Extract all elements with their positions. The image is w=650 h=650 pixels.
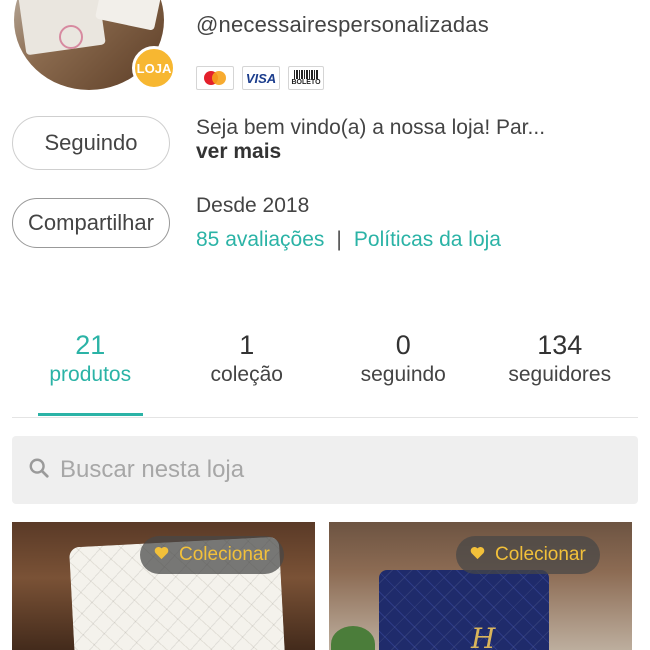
avatar-product-image xyxy=(94,0,164,31)
payment-methods: VISA BOLETO xyxy=(196,66,324,90)
store-avatar-wrapper[interactable]: LOJA xyxy=(14,0,176,90)
store-links: 85 avaliações | Políticas da loja xyxy=(196,228,501,252)
stat-label: seguidores xyxy=(508,363,612,386)
tabs-divider xyxy=(12,417,638,418)
tab-collections[interactable]: 1 coleção xyxy=(169,330,326,416)
product-card[interactable]: Colecionar xyxy=(12,522,315,650)
store-search-bar[interactable] xyxy=(12,436,638,504)
store-badge: LOJA xyxy=(132,46,176,90)
mastercard-icon xyxy=(196,66,234,90)
boleto-icon: BOLETO xyxy=(288,66,324,90)
see-more-link[interactable]: ver mais xyxy=(196,140,281,164)
avatar-embroidery xyxy=(59,25,83,49)
tab-following[interactable]: 0 seguindo xyxy=(325,330,482,416)
stat-number: 134 xyxy=(537,330,583,360)
visa-icon: VISA xyxy=(242,66,280,90)
tab-products[interactable]: 21 produtos xyxy=(12,330,169,416)
collect-button[interactable]: Colecionar xyxy=(140,536,284,574)
store-description: Seja bem vindo(a) a nossa loja! Par... xyxy=(196,116,546,139)
plant-decoration xyxy=(331,626,375,650)
collect-button[interactable]: Colecionar xyxy=(456,536,600,574)
tab-followers[interactable]: 134 seguidores xyxy=(482,330,639,416)
reviews-link[interactable]: 85 avaliações xyxy=(196,228,324,252)
policies-link[interactable]: Políticas da loja xyxy=(354,228,501,252)
share-button[interactable]: Compartilhar xyxy=(12,198,170,248)
link-separator: | xyxy=(336,228,342,251)
collect-label: Colecionar xyxy=(179,544,270,565)
stat-number: 0 xyxy=(395,330,411,360)
stat-label: produtos xyxy=(49,363,132,386)
store-since: Desde 2018 xyxy=(196,194,310,217)
heart-icon xyxy=(154,544,169,566)
product-card[interactable]: H Colecionar xyxy=(329,522,632,650)
stat-number: 1 xyxy=(239,330,255,360)
stat-number: 21 xyxy=(75,330,106,360)
store-handle: @necessairespersonalizadas xyxy=(196,12,489,37)
search-icon xyxy=(28,457,50,484)
collect-label: Colecionar xyxy=(495,544,586,565)
stat-label: seguindo xyxy=(360,363,446,386)
search-input[interactable] xyxy=(60,456,600,484)
active-tab-indicator xyxy=(38,413,143,416)
stat-label: coleção xyxy=(210,363,283,386)
heart-icon xyxy=(470,544,485,566)
following-button[interactable]: Seguindo xyxy=(12,116,170,170)
store-stats-tabs: 21 produtos 1 coleção 0 seguindo 134 seg… xyxy=(12,330,638,416)
